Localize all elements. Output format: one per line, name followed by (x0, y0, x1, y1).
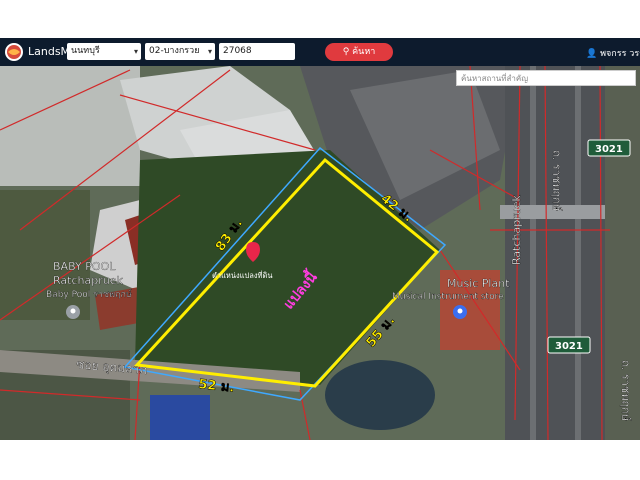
road-label-thai-bottom: ถ. ราชพฤกษ์ (619, 360, 632, 421)
warehouse-roofs-left (0, 66, 140, 186)
user-icon: 👤 (586, 49, 601, 59)
user-menu[interactable]: 👤 พจกรร วรรณ (586, 46, 640, 60)
search-button[interactable]: ⚲ ค้นหา (325, 43, 393, 61)
place-label-baby-pool-th: Baby Pool ราชพฤกษ์ (46, 288, 132, 300)
search-icon: ⚲ (342, 47, 353, 57)
chevron-down-icon: ▾ (207, 47, 212, 56)
chevron-down-icon: ▾ (133, 47, 138, 56)
district-select[interactable]: 02-บางกรวย ▾ (145, 43, 215, 60)
user-name: พจกรร วรรณ (600, 49, 640, 59)
place-label-music-store: Musical Instrument store (392, 292, 504, 302)
greenery-left (0, 190, 90, 320)
road-label-thai-top: ถ. ราชพฤกษ์ (550, 150, 563, 211)
road-label-ratchapruek: Ratchapruek (510, 195, 523, 265)
place-label-baby-pool: BABY POOL (53, 260, 116, 273)
map-canvas: 83 ม. 42 ม. 55 ม. 52 ม. แปลงนี้ ตำแหน่งแ… (0, 66, 640, 440)
province-value: นนทบุรี (71, 46, 100, 56)
place-label-ratchapruek: Ratchapruek (53, 274, 123, 287)
parcel-number-input[interactable]: 27068 (219, 43, 295, 60)
blue-roof (150, 395, 210, 440)
landsmaps-logo-icon (5, 43, 23, 61)
road-shield-top-text: 3021 (595, 144, 623, 155)
search-button-label: ค้นหา (352, 47, 376, 57)
satellite-map[interactable]: 83 ม. 42 ม. 55 ม. 52 ม. แปลงนี้ ตำแหน่งแ… (0, 66, 640, 440)
top-toolbar: LandsMaps นนทบุรี ▾ 02-บางกรวย ▾ 27068 ⚲… (0, 38, 640, 66)
pin-label: ตำแหน่งแปลงที่ดิน (212, 270, 272, 280)
road-shield-bottom-text: 3021 (555, 341, 583, 352)
district-value: 02-บางกรวย (149, 46, 200, 56)
pond (325, 360, 435, 430)
place-search-input[interactable]: ค้นหาสถานที่สำคัญ (456, 70, 636, 86)
place-label-music-plant: Music Plant (447, 277, 510, 290)
province-select[interactable]: นนทบุรี ▾ (67, 43, 141, 60)
